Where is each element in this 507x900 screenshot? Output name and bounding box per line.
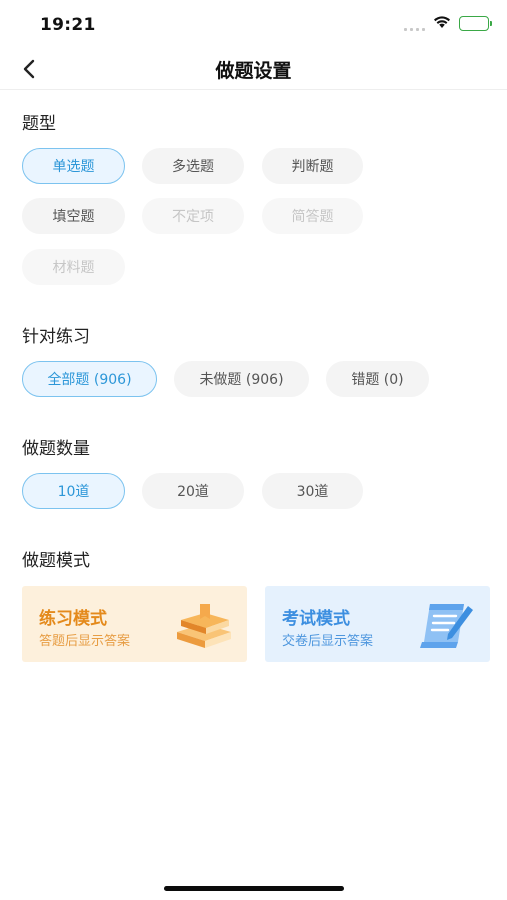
chip-count-10[interactable]: 10道: [22, 473, 125, 509]
section-title-question-type: 题型: [22, 114, 56, 134]
chip-single-choice[interactable]: 单选题: [22, 148, 125, 184]
chip-indefinite-choice: 不定项: [142, 198, 244, 234]
chip-short-answer: 简答题: [262, 198, 363, 234]
section-title-question-count: 做题数量: [22, 439, 90, 459]
scroll-pen-icon: [420, 604, 473, 648]
status-icons: [404, 14, 492, 33]
page-title: 做题设置: [215, 60, 292, 82]
practice-mode-card[interactable]: 练习模式 答题后显示答案: [22, 586, 247, 662]
status-time: 19:21: [40, 15, 96, 35]
battery-charging-icon: [459, 16, 492, 31]
status-bar: 19:21: [0, 0, 507, 48]
chip-material-question: 材料题: [22, 249, 125, 285]
wifi-icon: [433, 14, 451, 33]
chip-count-30[interactable]: 30道: [262, 473, 363, 509]
navigation-bar: 做题设置: [0, 48, 507, 90]
chip-multiple-choice[interactable]: 多选题: [142, 148, 244, 184]
practice-mode-title: 练习模式: [39, 609, 107, 629]
cellular-signal-icon: [404, 17, 425, 31]
chip-count-20[interactable]: 20道: [142, 473, 244, 509]
chip-wrong-questions[interactable]: 错题 (0): [326, 361, 429, 397]
chip-all-questions[interactable]: 全部题 (906): [22, 361, 157, 397]
exam-mode-title: 考试模式: [282, 609, 350, 629]
books-icon: [177, 604, 231, 648]
exam-mode-description: 交卷后显示答案: [282, 634, 374, 649]
practice-mode-description: 答题后显示答案: [39, 634, 131, 649]
chip-fill-in-blank[interactable]: 填空题: [22, 198, 125, 234]
home-indicator: [164, 886, 344, 891]
chip-true-false[interactable]: 判断题: [262, 148, 363, 184]
exam-mode-card[interactable]: 考试模式 交卷后显示答案: [265, 586, 490, 662]
section-title-targeted-practice: 针对练习: [22, 327, 90, 347]
section-title-practice-mode: 做题模式: [22, 551, 90, 571]
chip-unanswered-questions[interactable]: 未做题 (906): [174, 361, 309, 397]
